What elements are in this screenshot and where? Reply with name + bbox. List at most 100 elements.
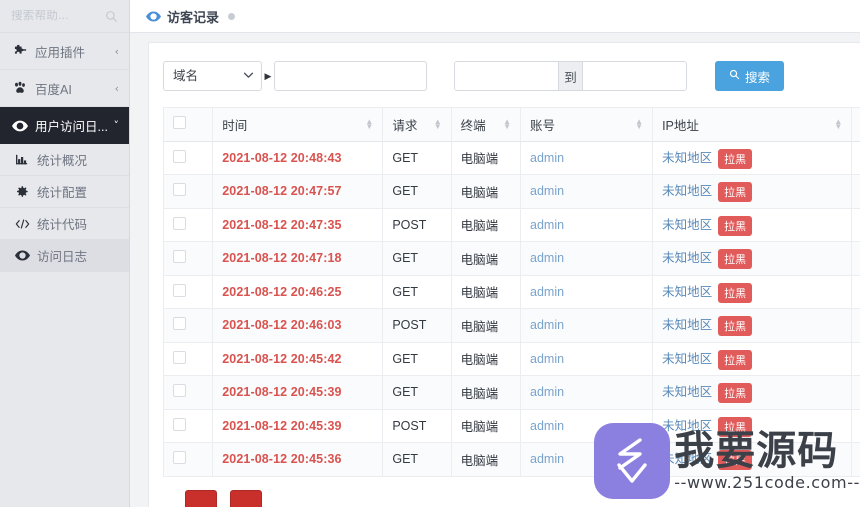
table-row[interactable]: 2021-08-12 20:46:03POST电脑端admin未知地区拉黑htt… (162, 308, 860, 343)
clear-log-button[interactable] (230, 489, 262, 507)
delete-selected-button[interactable] (185, 489, 217, 507)
search-button[interactable]: 搜索 (715, 61, 785, 91)
cell-account[interactable]: admin (519, 140, 654, 175)
cell-time: 2021-08-12 20:47:18 (212, 241, 384, 276)
cell-account[interactable]: admin (519, 308, 654, 343)
cell-account[interactable]: admin (519, 207, 654, 242)
cell-url[interactable]: http://www.x (851, 140, 860, 175)
row-checkbox[interactable] (173, 216, 186, 230)
sidebar-subitem-label: 访问日志 (37, 250, 88, 264)
cell-account[interactable]: admin (519, 408, 654, 443)
date-start-input[interactable] (455, 62, 558, 90)
cell-url[interactable]: http://www.x (851, 341, 860, 376)
cell-request: POST (382, 408, 452, 443)
table-header-url: URL地址 (851, 107, 860, 142)
row-checkbox[interactable] (173, 183, 186, 197)
table-header-account[interactable]: 账号 ▲ ▼ (519, 107, 654, 142)
date-end-input[interactable] (583, 62, 686, 90)
row-checkbox[interactable] (173, 451, 186, 465)
table-row[interactable]: 2021-08-12 20:48:43GET电脑端admin未知地区拉黑http… (162, 140, 860, 175)
row-checkbox[interactable] (173, 250, 186, 264)
eye-icon (11, 118, 28, 133)
cell-url[interactable]: http://www.x (851, 375, 860, 410)
cell-account[interactable]: admin (519, 442, 654, 477)
sort-icon[interactable]: ▲ ▼ (428, 118, 442, 131)
cell-time: 2021-08-12 20:45:39 (212, 408, 384, 443)
cell-url[interactable]: http://www.x (851, 442, 860, 477)
cell-ip: 未知地区 拉黑 (652, 274, 853, 309)
cell-account[interactable]: admin (519, 341, 654, 376)
cell-request: GET (382, 174, 452, 209)
tab-visitor-records[interactable]: 访客记录 (146, 7, 236, 26)
table-row[interactable]: 2021-08-12 20:45:39GET电脑端admin未知地区拉黑http… (162, 375, 860, 410)
table-row[interactable]: 2021-08-12 20:45:39POST电脑端admin未知地区拉黑htt… (162, 408, 860, 443)
row-checkbox[interactable] (173, 417, 186, 431)
region-label: 未知地区 (662, 284, 713, 299)
row-checkbox[interactable] (173, 149, 186, 163)
blacklist-button[interactable]: 拉黑 (718, 349, 753, 370)
cell-url[interactable]: http://www.x (851, 408, 860, 443)
sidebar-item-stats-overview[interactable]: 统计概况 (0, 144, 129, 176)
sort-icon[interactable]: ▲ ▼ (828, 118, 842, 131)
help-search-input[interactable] (11, 10, 103, 22)
table-header-ip[interactable]: IP地址 ▲ ▼ (652, 107, 853, 142)
blacklist-button[interactable]: 拉黑 (718, 282, 753, 303)
table-header-request[interactable]: 请求 ▲ ▼ (382, 107, 452, 142)
select-all-checkbox[interactable] (173, 116, 186, 130)
blacklist-button[interactable]: 拉黑 (718, 182, 753, 203)
blacklist-button[interactable]: 拉黑 (718, 148, 753, 169)
row-checkbox-cell (162, 408, 214, 443)
table-row[interactable]: 2021-08-12 20:45:36GET电脑端admin未知地区拉黑http… (162, 442, 860, 477)
cell-url[interactable]: http://www.x (851, 174, 860, 209)
cell-url[interactable]: http://www.x (851, 274, 860, 309)
sidebar-item-app-plugins[interactable]: 应用插件 ‹ (0, 33, 129, 70)
close-dot-icon[interactable] (228, 12, 236, 20)
cell-account[interactable]: admin (519, 241, 654, 276)
sidebar-item-stats-code[interactable]: 统计代码 (0, 208, 129, 240)
cell-time: 2021-08-12 20:45:42 (212, 341, 384, 376)
blacklist-button[interactable]: 拉黑 (718, 416, 753, 437)
field-select[interactable]: 域名 IP地址 账号 URL地址 (163, 61, 262, 91)
table-row[interactable]: 2021-08-12 20:47:57GET电脑端admin未知地区拉黑http… (162, 174, 860, 209)
sidebar-item-stats-config[interactable]: 统计配置 (0, 176, 129, 208)
blacklist-button[interactable]: 拉黑 (718, 383, 753, 404)
row-checkbox[interactable] (173, 317, 186, 331)
blacklist-button[interactable]: 拉黑 (718, 316, 753, 337)
cell-account[interactable]: admin (519, 375, 654, 410)
row-checkbox[interactable] (173, 384, 186, 398)
sidebar-item-label: 用户访问日... (35, 120, 108, 134)
cell-account[interactable]: admin (519, 274, 654, 309)
table-row[interactable]: 2021-08-12 20:45:42GET电脑端admin未知地区拉黑http… (162, 341, 860, 376)
sidebar-search[interactable] (0, 0, 129, 33)
row-checkbox[interactable] (173, 350, 186, 364)
sort-icon[interactable]: ▲ ▼ (359, 118, 373, 131)
cell-terminal: 电脑端 (450, 174, 522, 209)
cell-request: POST (382, 308, 452, 343)
sidebar-item-access-log[interactable]: 访问日志 (0, 240, 129, 272)
sidebar-item-user-visit-log[interactable]: 用户访问日... ˅ (0, 107, 129, 144)
table-row[interactable]: 2021-08-12 20:47:18GET电脑端admin未知地区拉黑http… (162, 241, 860, 276)
cell-ip: 未知地区 拉黑 (652, 375, 853, 410)
table-header-terminal[interactable]: 终端 ▲ ▼ (450, 107, 522, 142)
table-row[interactable]: 2021-08-12 20:47:35POST电脑端admin未知地区拉黑htt… (162, 207, 860, 242)
cell-terminal: 电脑端 (450, 241, 522, 276)
cell-url[interactable]: http://www.x (851, 207, 860, 242)
visitor-records-panel: 域名 IP地址 账号 URL地址 ▶ 到 (148, 42, 860, 507)
sidebar-item-baidu-ai[interactable]: 百度AI ‹ (0, 70, 129, 107)
row-checkbox[interactable] (173, 283, 186, 297)
search-icon (105, 10, 118, 23)
blacklist-button[interactable]: 拉黑 (718, 249, 753, 270)
region-label: 未知地区 (662, 318, 713, 333)
sort-icon[interactable]: ▲ ▼ (497, 118, 511, 131)
cell-ip: 未知地区 拉黑 (652, 207, 853, 242)
cell-url[interactable]: http://www.x (851, 241, 860, 276)
cell-url[interactable]: http://www.x (851, 308, 860, 343)
keyword-input[interactable] (274, 61, 427, 91)
table-header-time[interactable]: 时间 ▲ ▼ (212, 107, 384, 142)
blacklist-button[interactable]: 拉黑 (718, 450, 753, 471)
cell-account[interactable]: admin (519, 174, 654, 209)
table-row[interactable]: 2021-08-12 20:46:25GET电脑端admin未知地区拉黑http… (162, 274, 860, 309)
sort-icon[interactable]: ▲ ▼ (629, 118, 643, 131)
blacklist-button[interactable]: 拉黑 (718, 215, 753, 236)
region-label: 未知地区 (662, 184, 713, 199)
